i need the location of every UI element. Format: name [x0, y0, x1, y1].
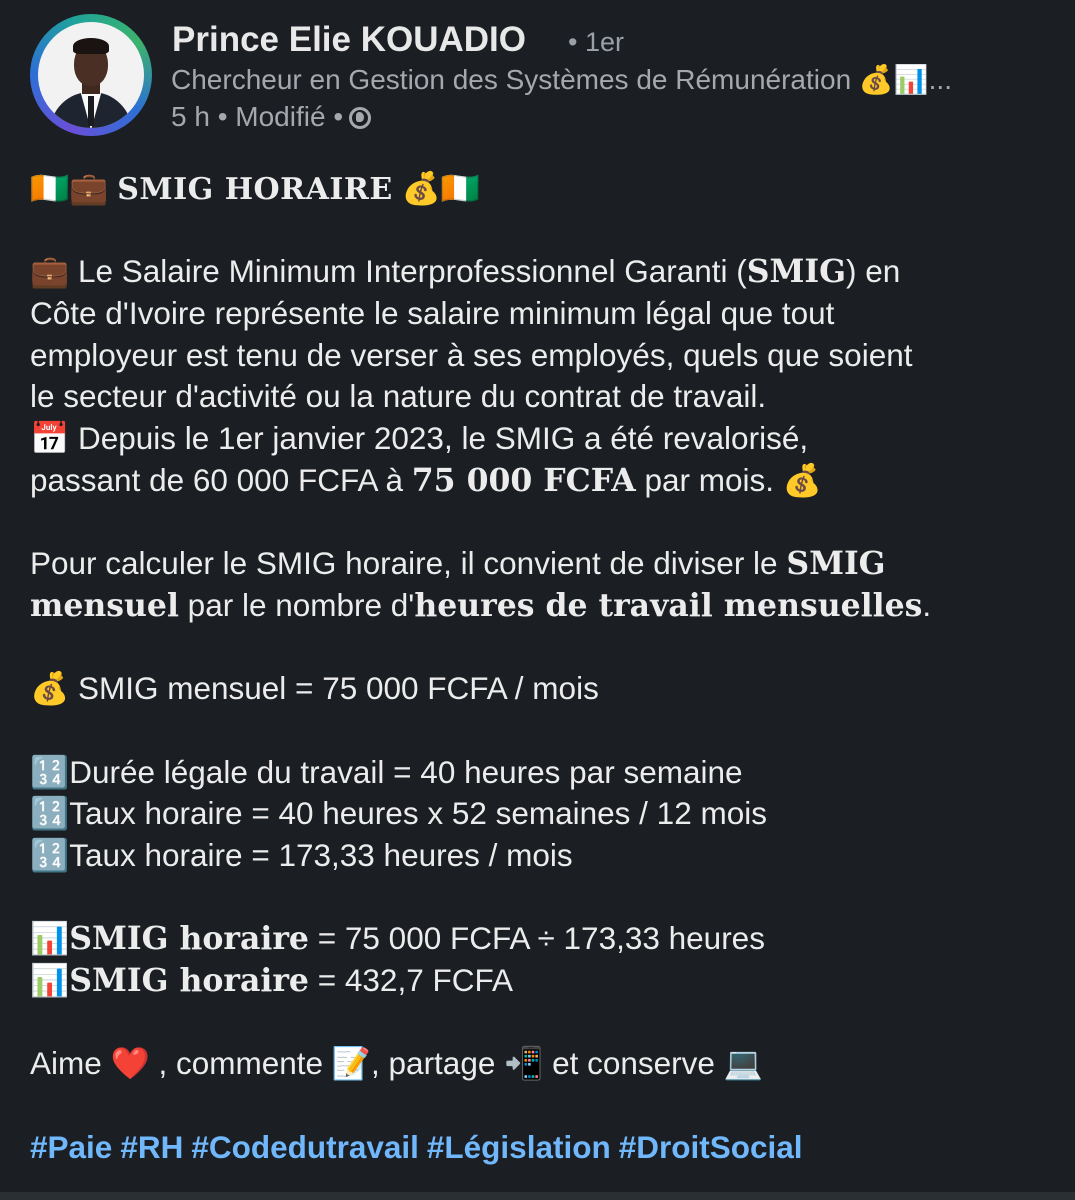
post-time: 5 h • Modifié •: [171, 101, 344, 132]
calc-line: 🔢Taux horaire = 40 heures x 52 semaines …: [30, 795, 767, 832]
avatar-photo: [38, 22, 144, 128]
connection-degree: • 1er: [568, 27, 624, 57]
paragraph-line: 💼 Le Salaire Minimum Interprofessionnel …: [30, 253, 901, 291]
hashtag-link[interactable]: #RH: [120, 1129, 183, 1165]
result-line: 📊SMIG horaire = 75 000 FCFA ÷ 173,33 heu…: [30, 920, 765, 958]
hashtag-link[interactable]: #Paie: [30, 1129, 112, 1165]
paragraph-line: passant de 60 000 FCFA à 75 000 FCFA par…: [30, 461, 822, 499]
author-headline: Chercheur en Gestion des Systèmes de Rém…: [171, 64, 952, 95]
post-card: Prince Elie KOUADIO • 1er Chercheur en G…: [0, 0, 1075, 1200]
hashtag-link[interactable]: #DroitSocial: [619, 1129, 803, 1165]
hashtag-link[interactable]: #Législation: [427, 1129, 611, 1165]
hashtag-link[interactable]: #Codedutravail: [191, 1129, 419, 1165]
calc-line: 🔢Taux horaire = 173,33 heures / mois: [30, 837, 573, 873]
author-name[interactable]: Prince Elie KOUADIO: [172, 20, 526, 60]
chart-icon: 📊: [30, 920, 70, 957]
post-meta: 5 h • Modifié •: [171, 101, 372, 133]
chart-icon: 📊: [30, 962, 70, 999]
post-title: 🇨🇮💼 SMIG HORAIRE 💰🇨🇮: [30, 171, 480, 207]
paragraph-line: 📅 Depuis le 1er janvier 2023, le SMIG a …: [30, 420, 809, 457]
avatar[interactable]: [30, 14, 152, 136]
paragraph-line: Pour calculer le SMIG horaire, il convie…: [30, 545, 886, 583]
calc-line: 🔢Durée légale du travail = 40 heures par…: [30, 753, 743, 790]
paragraph-line: employeur est tenu de verser à ses emplo…: [30, 336, 913, 373]
result-line: 📊SMIG horaire = 432,7 FCFA: [30, 962, 513, 1000]
paragraph-line: le secteur d'activité ou la nature du co…: [30, 378, 767, 415]
paragraph-line: mensuel par le nombre d'heures de travai…: [30, 586, 932, 624]
hashtag-list: #Paie #RH #Codedutravail #Législation #Droit…: [30, 1127, 1060, 1169]
globe-icon: [349, 107, 372, 129]
divider: [0, 1192, 1075, 1200]
post-body: 🇨🇮💼 SMIG HORAIRE 💰🇨🇮 💼 Le Salaire Minimu…: [30, 168, 1060, 1169]
call-to-action: Aime ❤️ , commente 📝, partage 📲 et conse…: [30, 1045, 763, 1082]
paragraph-line: Côte d'Ivoire représente le salaire mini…: [30, 295, 835, 332]
smig-mensuel-line: 💰 SMIG mensuel = 75 000 FCFA / mois: [30, 670, 599, 707]
